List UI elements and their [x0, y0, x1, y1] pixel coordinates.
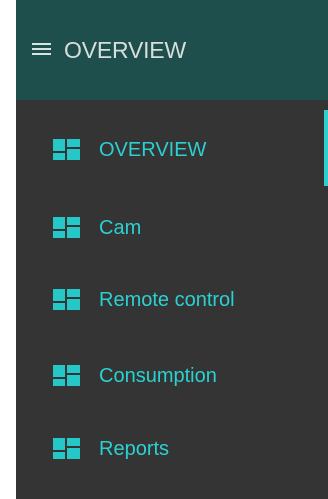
page-title: OVERVIEW: [64, 37, 186, 63]
sidebar-item-overview[interactable]: OVERVIEW: [16, 125, 328, 175]
sidebar-item-label: Reports: [99, 438, 170, 460]
navigation-drawer: OVERVIEW OVERVIEW Cam Remote control Con…: [16, 0, 328, 499]
sidebar-item-label: OVERVIEW: [99, 139, 207, 161]
dashboard-tile-icon: [53, 438, 80, 459]
menu-line: [32, 43, 51, 45]
hamburger-menu-icon[interactable]: [32, 42, 51, 57]
dashboard-tile-icon: [53, 289, 80, 310]
dashboard-tile-icon: [53, 365, 80, 386]
sidebar-item-consumption[interactable]: Consumption: [16, 351, 328, 401]
drawer-header: OVERVIEW: [16, 0, 328, 100]
dashboard-tile-icon: [53, 217, 80, 238]
app-window: OVERVIEW OVERVIEW Cam Remote control Con…: [0, 0, 328, 499]
active-item-indicator: [324, 110, 328, 186]
dashboard-tile-icon: [53, 139, 80, 160]
sidebar-nav: OVERVIEW Cam Remote control Consumption …: [16, 100, 328, 499]
sidebar-item-label: Cam: [99, 217, 142, 239]
menu-line: [32, 53, 51, 55]
sidebar-item-reports[interactable]: Reports: [16, 424, 328, 474]
sidebar-item-label: Remote control: [99, 289, 235, 311]
sidebar-item-cam[interactable]: Cam: [16, 203, 328, 253]
sidebar-item-remote-control[interactable]: Remote control: [16, 275, 328, 325]
sidebar-item-label: Consumption: [99, 365, 217, 387]
menu-line: [32, 48, 51, 50]
